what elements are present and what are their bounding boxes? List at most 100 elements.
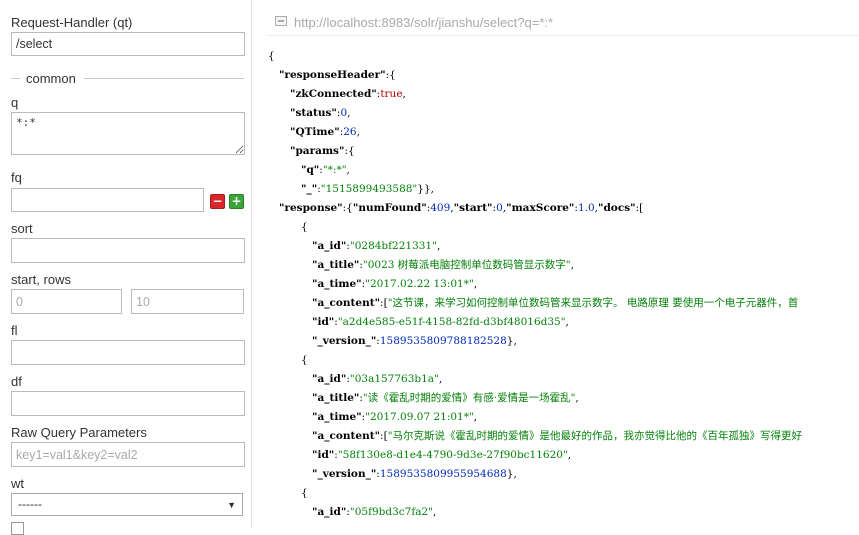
- json-token: ,: [473, 411, 478, 423]
- json-token: "a_id": [312, 506, 347, 518]
- request-handler-input[interactable]: [11, 32, 245, 56]
- sort-input[interactable]: [11, 238, 245, 263]
- json-token: "a_content": [312, 430, 381, 442]
- json-token: {: [301, 354, 308, 366]
- json-token: :{: [344, 145, 355, 157]
- fl-label: fl: [11, 323, 18, 338]
- json-token: ,: [347, 107, 351, 119]
- json-token: "a_title": [312, 259, 360, 271]
- link-icon: [275, 16, 287, 26]
- json-token: "0284bf221331": [349, 240, 437, 252]
- json-token: "start": [453, 202, 493, 214]
- response-line: "id":"a2d4e585-e51f-4158-82fd-d3bf48016d…: [268, 313, 859, 332]
- json-token: "_": [301, 183, 318, 195]
- fq-input[interactable]: [11, 188, 204, 212]
- q-textarea[interactable]: *:*: [11, 112, 245, 155]
- response-line: "q":"*:*",: [268, 161, 859, 180]
- json-token: 1.0: [577, 202, 595, 214]
- json-token: "1515899493588": [320, 183, 418, 195]
- response-line: "responseHeader":{: [268, 66, 859, 85]
- json-token: "03a157763b1a": [349, 373, 439, 385]
- json-token: "q": [301, 164, 320, 176]
- json-token: 0: [496, 202, 503, 214]
- json-token: "马尔克斯说《霍乱时期的爱情》是他最好的作品，我亦觉得比他的《百年孤独》写得更好: [387, 430, 803, 442]
- json-token: "id": [312, 449, 335, 461]
- json-token: ,: [473, 278, 478, 290]
- json-token: :{: [342, 202, 353, 214]
- json-token: {: [301, 221, 308, 233]
- response-line: "a_content":["马尔克斯说《霍乱时期的爱情》是他最好的作品，我亦觉得…: [268, 427, 859, 446]
- json-token: }},: [417, 183, 434, 195]
- json-token: :[: [380, 430, 388, 442]
- json-token: "_version_": [312, 468, 377, 480]
- json-token: 1589535809955954688: [379, 468, 507, 480]
- json-token: "responseHeader": [279, 69, 386, 81]
- response-line: "a_id":"0284bf221331",: [268, 237, 859, 256]
- json-token: ,: [567, 449, 572, 461]
- raw-query-label: Raw Query Parameters: [11, 425, 147, 440]
- json-token: ,: [402, 88, 406, 100]
- json-token: ,: [432, 506, 437, 518]
- json-token: },: [506, 335, 517, 347]
- rows-input[interactable]: [131, 289, 244, 314]
- response-json: {"responseHeader":{"zkConnected":true, "s…: [268, 47, 859, 528]
- json-token: "id": [312, 316, 335, 328]
- json-token: "a_time": [312, 411, 362, 423]
- json-token: ,: [570, 259, 574, 271]
- response-line: "_":"1515899493588"}},: [268, 180, 859, 199]
- json-token: "a_content": [312, 297, 381, 309]
- json-token: "a_id": [312, 373, 347, 385]
- wt-select[interactable]: ------ ▼: [11, 493, 243, 516]
- raw-query-input[interactable]: [11, 442, 245, 467]
- start-input[interactable]: [11, 289, 122, 314]
- json-token: "_version_": [312, 335, 377, 347]
- json-token: "a_time": [312, 278, 362, 290]
- json-token: "numFound": [352, 202, 427, 214]
- fq-add-button[interactable]: +: [229, 194, 244, 209]
- json-token: "a_title": [312, 392, 360, 404]
- json-token: {: [301, 487, 308, 499]
- response-line: "a_title":"读《霍乱时期的爱情》有感·爱情是一场霍乱",: [268, 389, 859, 408]
- json-token: 409: [430, 202, 451, 214]
- q-label: q: [11, 95, 19, 110]
- option-checkbox[interactable]: [11, 522, 24, 535]
- sort-label: sort: [11, 221, 33, 236]
- json-token: true: [380, 88, 403, 100]
- response-line: "zkConnected":true,: [268, 85, 859, 104]
- request-handler-label: Request-Handler (qt): [11, 15, 133, 30]
- response-line: "response":{"numFound":409,"start":0,"ma…: [268, 199, 859, 218]
- json-token: "这节课，来学习如何控制单位数码管来显示数字。 电路原理 要使用一个电子元器件，…: [387, 297, 799, 309]
- request-url[interactable]: http://localhost:8983/solr/jianshu/selec…: [294, 15, 553, 30]
- json-token: "a2d4e585-e51f-4158-82fd-d3bf48016d35": [337, 316, 566, 328]
- response-line: "_version_":1589535809788182528},: [268, 332, 859, 351]
- query-form: Request-Handler (qt) common q *:* fq − +…: [0, 0, 252, 535]
- response-line: "a_id":"03a157763b1a",: [268, 370, 859, 389]
- response-line: "a_id":"05f9bd3c7fa2",: [268, 503, 859, 522]
- fq-label: fq: [11, 170, 22, 185]
- request-url-bar[interactable]: http://localhost:8983/solr/jianshu/selec…: [268, 9, 859, 36]
- json-token: "zkConnected": [290, 88, 377, 100]
- df-input[interactable]: [11, 391, 245, 416]
- response-line: "a_title":"0023 树莓派电脑控制单位数码管显示数字",: [268, 256, 859, 275]
- json-token: :{: [385, 69, 396, 81]
- json-token: "response": [279, 202, 343, 214]
- json-token: "0023 树莓派电脑控制单位数码管显示数字": [362, 259, 571, 271]
- section-divider-left: [11, 78, 20, 79]
- response-line: {: [268, 484, 859, 503]
- json-token: ,: [575, 392, 579, 404]
- fl-input[interactable]: [11, 340, 245, 365]
- response-line: {: [268, 47, 859, 66]
- json-token: "2017.09.07 21:01*": [365, 411, 474, 423]
- wt-selected-value: ------: [18, 497, 42, 511]
- section-title-common: common: [26, 71, 76, 86]
- json-token: 1589535809788182528: [379, 335, 507, 347]
- json-token: },: [506, 468, 517, 480]
- fq-remove-button[interactable]: −: [210, 194, 225, 209]
- wt-label: wt: [11, 476, 24, 491]
- json-token: "params": [290, 145, 345, 157]
- json-token: {: [268, 50, 275, 62]
- response-line: "status":0,: [268, 104, 859, 123]
- json-token: "58f130e8-d1e4-4790-9d3e-27f90bc11620": [337, 449, 568, 461]
- json-token: "maxScore": [506, 202, 575, 214]
- chevron-down-icon: ▼: [227, 500, 236, 510]
